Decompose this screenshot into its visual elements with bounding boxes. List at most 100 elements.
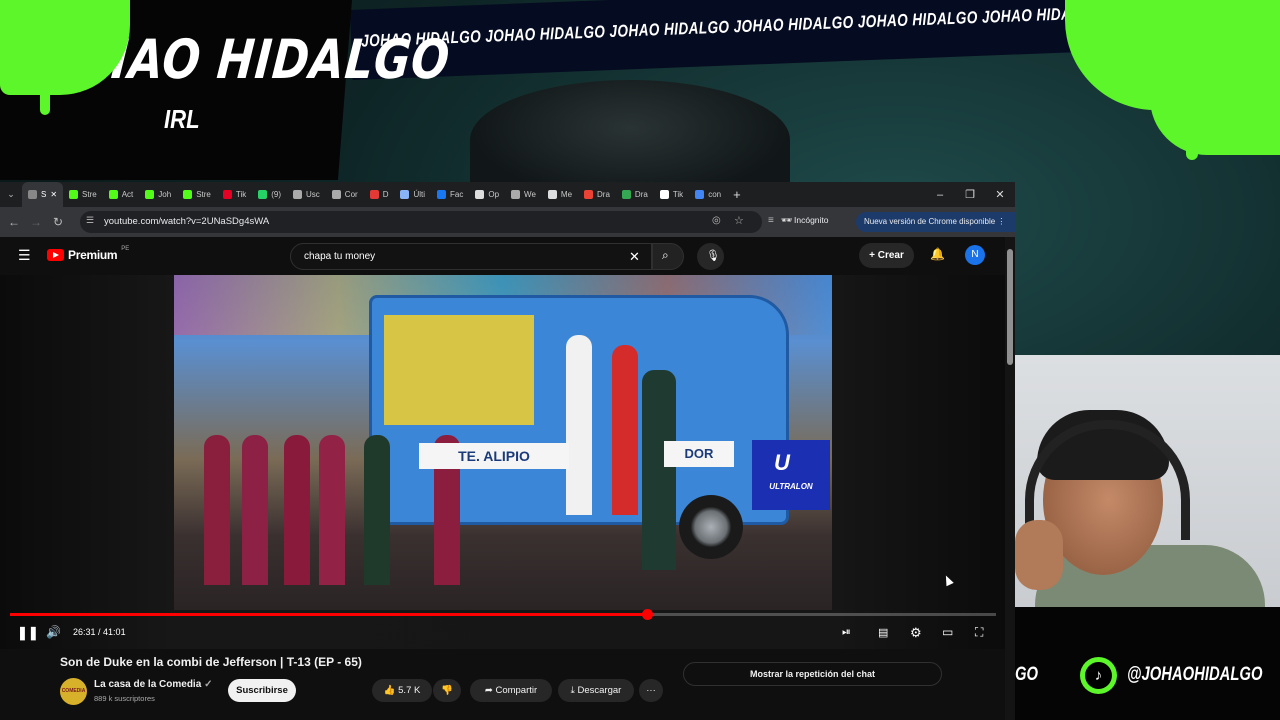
scene-wheel xyxy=(679,495,743,559)
slime-drip-right xyxy=(1150,60,1280,155)
theater-mode-icon[interactable]: ▭ xyxy=(942,625,953,639)
browser-tab[interactable]: Dra xyxy=(578,182,616,207)
browser-tab-label: Me xyxy=(560,190,573,199)
dislike-button[interactable]: 👎 xyxy=(433,679,461,702)
maximize-icon[interactable]: ❐ xyxy=(955,182,985,207)
site-info-icon[interactable]: ☰ xyxy=(86,215,94,226)
like-button[interactable]: 👍 5.7 K xyxy=(372,679,432,702)
notifications-bell-icon[interactable]: 🔔 xyxy=(930,247,945,261)
url-text[interactable]: youtube.com/watch?v=2UNaSDg4sWA xyxy=(104,216,269,227)
more-actions-button[interactable]: ··· xyxy=(639,679,663,702)
browser-tab[interactable]: con xyxy=(689,182,727,207)
autoplay-toggle-icon[interactable]: ⏯ xyxy=(842,626,851,639)
scene-brand-mark: U xyxy=(774,450,790,475)
browser-tab[interactable]: Dra xyxy=(616,182,654,207)
clear-search-icon[interactable]: ✕ xyxy=(629,249,640,265)
video-meta: Son de Duke en la combi de Jefferson | T… xyxy=(0,649,1005,720)
country-code: PE xyxy=(121,246,130,252)
voice-search-button[interactable]: 🎙 xyxy=(697,243,724,270)
browser-tab[interactable]: Op xyxy=(469,182,505,207)
whatsapp-icon xyxy=(258,190,268,199)
browser-tab-label: S xyxy=(41,190,47,199)
record-icon xyxy=(369,190,379,199)
reload-icon[interactable]: ↻ xyxy=(47,215,69,229)
subtitles-icon[interactable]: ▤ xyxy=(878,626,888,639)
browser-tab[interactable]: Me xyxy=(542,182,578,207)
time-total: 41:01 xyxy=(103,627,126,637)
video-player[interactable]: TE. ALIPIO DOR U ULTRALON ❚❚ 🔊 26:31 / 41… xyxy=(0,275,1005,649)
download-button[interactable]: ⤓ Descargar xyxy=(558,679,634,702)
generic-icon xyxy=(331,190,341,199)
chat-icon xyxy=(547,190,557,199)
incognito-label[interactable]: Incógnito xyxy=(794,215,829,225)
account-avatar[interactable]: N xyxy=(965,245,985,265)
pause-icon[interactable]: ❚❚ xyxy=(17,625,39,641)
forward-icon[interactable]: → xyxy=(25,215,47,229)
progress-scrubber[interactable] xyxy=(641,609,653,620)
tiktok-glyph-icon: ♪ xyxy=(1085,662,1112,689)
show-chat-replay-button[interactable]: Mostrar la repetición del chat xyxy=(683,662,942,686)
browser-tab[interactable]: Stre xyxy=(63,182,103,207)
reading-list-icon[interactable]: ≡ xyxy=(768,215,774,226)
volume-icon[interactable]: 🔊 xyxy=(46,625,61,639)
kick-icon xyxy=(183,190,193,199)
search-input[interactable]: chapa tu money ✕ xyxy=(290,243,652,270)
browser-tab[interactable]: We xyxy=(505,182,542,207)
address-bar: ← → ↻ ☰ youtube.com/watch?v=2UNaSDg4sWA … xyxy=(0,207,1015,237)
browser-tab-label: (9) xyxy=(271,190,282,199)
eye-off-icon[interactable]: ◎ xyxy=(712,215,721,226)
channel-name[interactable]: La casa de la Comedia ✓ xyxy=(94,679,212,690)
logo-word: Premium xyxy=(68,248,118,262)
browser-tab[interactable]: Stre xyxy=(177,182,217,207)
browser-tab[interactable]: Joh xyxy=(139,182,177,207)
minimize-icon[interactable]: – xyxy=(925,182,955,207)
menu-icon[interactable]: ☰ xyxy=(18,247,31,264)
tab-list: S ✕ Stre Act Joh Stre Tik (9) Usc Cor D Últi Fac Op We… xyxy=(22,182,727,207)
stream-canvas: JOHAO HIDALGO JOHAO HIDALGO JOHAO HIDALG… xyxy=(0,0,1280,720)
create-button[interactable]: + Crear xyxy=(859,243,914,268)
tab-search-icon[interactable]: ⌄ xyxy=(0,189,22,200)
browser-tab-label: Op xyxy=(488,190,500,199)
progress-bar[interactable] xyxy=(10,609,996,620)
browser-tab[interactable]: Tik xyxy=(654,182,689,207)
browser-tab-label: D xyxy=(382,190,389,199)
scene-person xyxy=(284,435,310,585)
browser-tab[interactable]: Tik xyxy=(217,182,252,207)
youtube-logo[interactable]: Premium PE xyxy=(47,246,130,262)
page-scrollbar[interactable] xyxy=(1005,237,1015,720)
scene-person xyxy=(364,435,390,585)
download-icon: ⤓ xyxy=(570,685,578,696)
new-tab-button[interactable]: + xyxy=(727,182,747,207)
globe-icon xyxy=(400,190,410,199)
video-frame[interactable]: TE. ALIPIO DOR U ULTRALON xyxy=(174,275,832,610)
mic-icon: 🎙 xyxy=(706,250,720,262)
chrome-update-button[interactable]: Nueva versión de Chrome disponible ⋮ xyxy=(856,212,1015,232)
time-current: 26:31 xyxy=(73,627,96,637)
share-button[interactable]: ➦ Compartir xyxy=(470,679,552,702)
pinterest-icon xyxy=(222,190,232,199)
bookmark-star-icon[interactable]: ☆ xyxy=(734,214,744,227)
close-tab-icon[interactable]: ✕ xyxy=(50,190,57,199)
scrollbar-thumb[interactable] xyxy=(1007,249,1013,365)
search-button[interactable]: ⌕ xyxy=(652,243,684,270)
browser-window: ⌄ S ✕ Stre Act Joh Stre Tik (9) Usc Cor D Últi Fac Op… xyxy=(0,182,1015,720)
subscribe-button[interactable]: Suscribirse xyxy=(228,679,296,702)
browser-tab-label: Stre xyxy=(82,190,97,199)
fullscreen-icon[interactable]: ⛶ xyxy=(975,625,983,640)
browser-tab-label: Dra xyxy=(634,190,648,199)
browser-tab[interactable]: S ✕ xyxy=(22,182,64,207)
settings-gear-icon[interactable]: ⚙ xyxy=(910,625,922,641)
channel-avatar[interactable]: COMEDIA xyxy=(60,678,87,705)
browser-tab[interactable]: Últi xyxy=(394,182,431,207)
browser-tab[interactable]: D xyxy=(364,182,395,207)
back-icon[interactable]: ← xyxy=(3,215,25,229)
browser-tab[interactable]: Act xyxy=(103,182,140,207)
slime-drop xyxy=(1186,120,1198,160)
browser-tab[interactable]: Cor xyxy=(326,182,364,207)
browser-tab[interactable]: Usc xyxy=(287,182,326,207)
browser-tab-label: Usc xyxy=(306,190,320,199)
close-window-icon[interactable]: ✕ xyxy=(985,182,1015,207)
omnibox[interactable]: ☰ youtube.com/watch?v=2UNaSDg4sWA ◎ ☆ xyxy=(80,211,762,233)
browser-tab[interactable]: (9) xyxy=(252,182,287,207)
browser-tab[interactable]: Fac xyxy=(431,182,469,207)
